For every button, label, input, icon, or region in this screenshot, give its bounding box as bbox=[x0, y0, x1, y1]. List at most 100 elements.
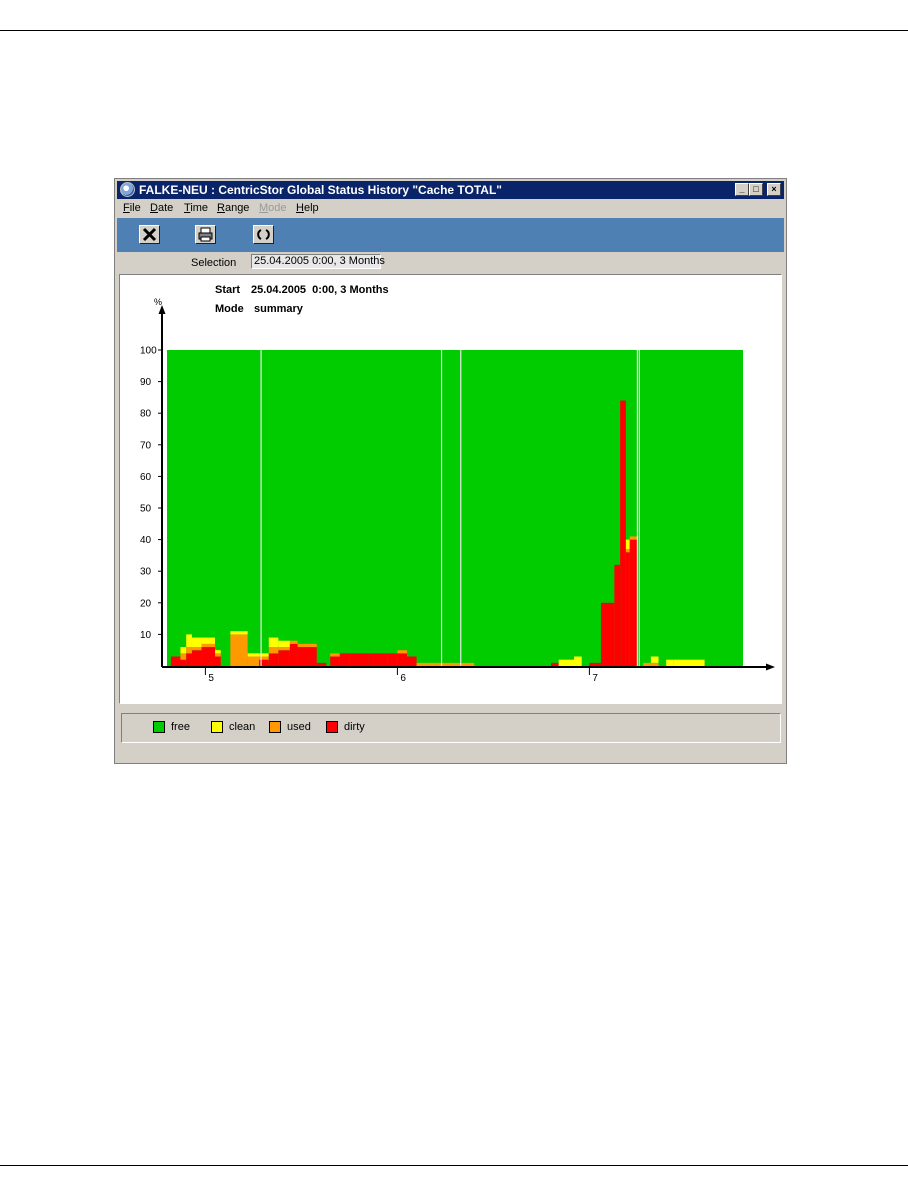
y-tick-label: 100 bbox=[140, 346, 157, 357]
maximize-button[interactable]: □ bbox=[749, 183, 763, 196]
selection-field[interactable]: 25.04.2005 0:00, 3 Months bbox=[251, 254, 385, 269]
area-clean-segment bbox=[625, 539, 630, 550]
globe-app-icon[interactable] bbox=[120, 182, 135, 197]
area-clean-segment bbox=[201, 637, 215, 644]
legend-label-dirty: dirty bbox=[344, 721, 365, 734]
legend-label-used: used bbox=[287, 721, 311, 734]
area-dirty-segment bbox=[186, 653, 192, 666]
area-clean-segment bbox=[673, 659, 705, 666]
area-dirty-segment bbox=[407, 656, 417, 666]
area-clean-segment bbox=[191, 637, 202, 648]
status-bar bbox=[117, 745, 784, 761]
title-bar[interactable]: FALKE-NEU : CentricStor Global Status Hi… bbox=[117, 181, 784, 199]
area-clean-segment bbox=[230, 631, 248, 635]
chart-area: 10 20 30 40 50 60 70 80 90 100 5 6 7 % Start 25.04.2… bbox=[119, 274, 782, 704]
area-dirty-segment bbox=[600, 602, 615, 666]
area-dirty-segment bbox=[368, 653, 388, 666]
area-clean-segment bbox=[268, 637, 279, 648]
legend-label-free: free bbox=[171, 721, 190, 734]
y-tick-label: 50 bbox=[140, 504, 152, 515]
start-label: Start bbox=[215, 284, 240, 296]
area-used-segment bbox=[625, 549, 630, 553]
area-dirty-segment bbox=[215, 656, 221, 666]
chart-ylabel: % bbox=[154, 297, 162, 307]
mode-label: Mode bbox=[215, 303, 244, 315]
selection-label: Selection bbox=[191, 257, 237, 269]
area-used-segment bbox=[643, 662, 651, 666]
menu-time[interactable]: Time bbox=[184, 202, 208, 214]
area-dirty-segment bbox=[625, 552, 630, 666]
menu-range[interactable]: Range bbox=[217, 202, 249, 214]
page-bottom-rule bbox=[0, 1165, 908, 1166]
area-clean-segment bbox=[215, 650, 221, 654]
area-used-segment bbox=[297, 643, 317, 648]
area-used-segment bbox=[201, 643, 215, 648]
legend: free clean used dirty bbox=[121, 713, 781, 743]
y-tick-label: 30 bbox=[140, 567, 152, 578]
area-dirty-segment bbox=[620, 400, 626, 666]
x-tick-label: 7 bbox=[592, 673, 598, 684]
area-used-segment bbox=[215, 653, 221, 657]
refresh-button[interactable] bbox=[253, 225, 274, 244]
area-used-segment bbox=[330, 653, 340, 657]
selection-bar: Selection 25.04.2005 0:00, 3 Months bbox=[117, 253, 784, 273]
area-dirty-segment bbox=[268, 653, 279, 666]
area-used-segment bbox=[629, 536, 638, 540]
menu-date[interactable]: Date bbox=[150, 202, 173, 214]
area-used-segment bbox=[230, 634, 248, 666]
y-tick-label: 40 bbox=[140, 535, 152, 546]
area-clean-segment bbox=[650, 656, 659, 663]
y-tick-label: 90 bbox=[140, 377, 152, 388]
area-free bbox=[167, 350, 743, 666]
print-button[interactable] bbox=[195, 225, 216, 244]
area-used-segment bbox=[186, 647, 192, 654]
area-used-segment bbox=[289, 640, 298, 644]
area-dirty-segment bbox=[180, 659, 187, 666]
area-dirty-segment bbox=[593, 662, 601, 666]
area-dirty-segment bbox=[349, 653, 369, 666]
legend-swatch-clean bbox=[211, 721, 223, 734]
area-dirty-segment bbox=[339, 653, 350, 666]
area-clean-segment bbox=[247, 653, 260, 657]
x-axis-arrow bbox=[766, 663, 775, 671]
area-dirty-segment bbox=[170, 656, 181, 666]
area-clean-segment bbox=[180, 647, 187, 654]
legend-swatch-used bbox=[269, 721, 281, 734]
y-tick-label: 70 bbox=[140, 440, 152, 451]
area-dirty-segment bbox=[278, 650, 290, 666]
area-dirty-segment bbox=[551, 662, 559, 666]
menu-help[interactable]: Help bbox=[296, 202, 319, 214]
y-tick-label: 60 bbox=[140, 472, 152, 483]
area-dirty-segment bbox=[191, 650, 202, 666]
chart-areas bbox=[167, 350, 743, 666]
close-x-button[interactable] bbox=[139, 225, 160, 244]
cache-status-chart: 10 20 30 40 50 60 70 80 90 100 5 6 7 % Start 25.04.2… bbox=[140, 284, 775, 684]
area-dirty-segment bbox=[330, 656, 340, 666]
area-used-segment bbox=[268, 647, 279, 654]
window-title: FALKE-NEU : CentricStor Global Status Hi… bbox=[139, 183, 502, 197]
minimize-button[interactable]: _ bbox=[735, 183, 749, 196]
menu-mode[interactable]: Mode bbox=[259, 202, 287, 214]
area-dirty-segment bbox=[589, 662, 594, 666]
legend-label-clean: clean bbox=[229, 721, 256, 734]
area-used-segment bbox=[416, 662, 427, 666]
area-clean-segment bbox=[278, 640, 290, 648]
toolbar bbox=[117, 218, 784, 252]
x-tick-label: 5 bbox=[208, 673, 214, 684]
y-tick-label: 10 bbox=[140, 630, 152, 641]
menu-file[interactable]: File bbox=[123, 202, 141, 214]
legend-item-dirty: dirty bbox=[326, 721, 365, 735]
area-clean-segment bbox=[186, 634, 192, 648]
area-used-segment bbox=[180, 653, 187, 660]
area-clean-segment bbox=[574, 656, 582, 666]
legend-item-free: free bbox=[153, 721, 190, 735]
legend-swatch-dirty bbox=[326, 721, 338, 734]
page-top-rule bbox=[0, 30, 908, 31]
area-used-segment bbox=[191, 647, 202, 651]
area-used-segment bbox=[278, 647, 290, 651]
refresh-icon bbox=[257, 229, 270, 240]
area-dirty-segment bbox=[629, 539, 638, 666]
area-dirty-segment bbox=[297, 647, 317, 666]
legend-swatch-free bbox=[153, 721, 165, 734]
close-button[interactable]: × bbox=[767, 183, 781, 196]
